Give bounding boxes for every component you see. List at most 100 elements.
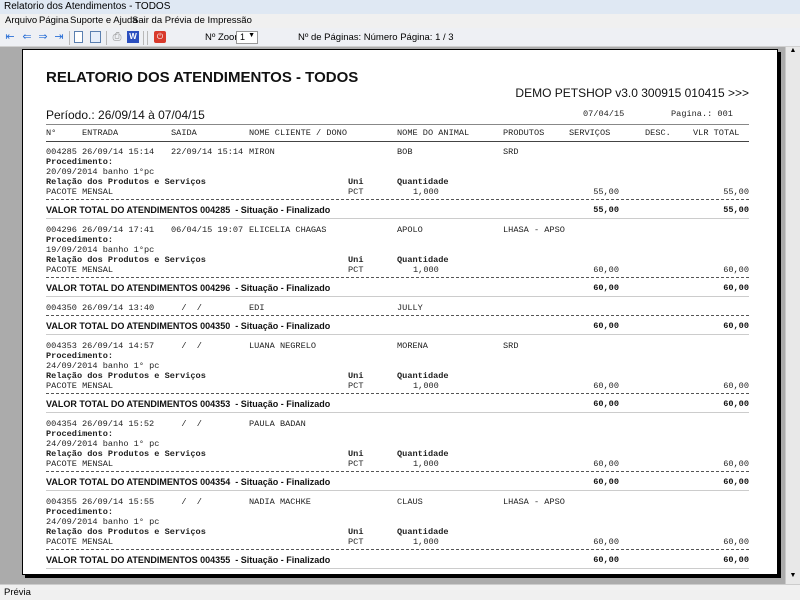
- animal: MORENA: [397, 341, 428, 351]
- col-entrada: ENTRADA: [82, 128, 119, 138]
- item-total: 60,00: [723, 537, 749, 547]
- record[interactable]: 004355 26/09/14 15:55 / / NADIA MACHKE CLAU…: [23, 497, 777, 569]
- vertical-scrollbar[interactable]: ▲ ▼: [785, 47, 800, 584]
- proc-label: Procedimento:: [46, 429, 114, 439]
- menu-arquivo[interactable]: Arquivo: [5, 15, 37, 26]
- first-page-icon[interactable]: ⇤: [4, 31, 16, 43]
- cliente: PAULA BADAN: [249, 419, 306, 429]
- produto: SRD: [503, 341, 519, 351]
- servico: 60,00: [593, 459, 619, 469]
- items-label: Relação dos Produtos e Serviços: [46, 527, 206, 537]
- prev-page-icon[interactable]: ⇐: [21, 31, 33, 43]
- col-desc: DESC.: [645, 128, 671, 138]
- produto: LHASA - APSO: [503, 225, 565, 235]
- qty-label: Quantidade: [397, 449, 449, 459]
- qty-label: Quantidade: [397, 527, 449, 537]
- two-pages-icon[interactable]: [90, 31, 101, 43]
- item-row: PACOTE MENSAL PCT 1,000 60,00 60,00: [23, 537, 777, 547]
- menu-suporte[interactable]: Suporte e Ajuda: [70, 15, 138, 26]
- servico: 60,00: [593, 537, 619, 547]
- record-header: 004353 26/09/14 14:57 / / LUANA NEGRELO MOR…: [23, 341, 777, 351]
- entrada: 26/09/14 14:57: [82, 341, 155, 351]
- record-total: VALOR TOTAL DO ATENDIMENTOS 004285 - Sit…: [23, 204, 777, 216]
- sum-servicos: 55,00: [593, 205, 619, 215]
- total-label: VALOR TOTAL DO ATENDIMENTOS 004353 - Sit…: [46, 399, 331, 409]
- next-page-icon[interactable]: ⇒: [37, 31, 49, 43]
- menu-sair-previa[interactable]: Sair da Prévia de Impressão: [132, 15, 252, 26]
- col-vlr-total: VLR TOTAL: [693, 128, 740, 138]
- uni-label: Uni: [348, 177, 364, 187]
- proc-label: Procedimento:: [46, 351, 114, 361]
- item: PACOTE MENSAL: [46, 537, 114, 547]
- items-label: Relação dos Produtos e Serviços: [46, 255, 206, 265]
- last-page-icon[interactable]: ⇥: [53, 31, 65, 43]
- proc-label: Procedimento:: [46, 235, 114, 245]
- uni: PCT: [348, 381, 364, 391]
- record[interactable]: 004296 26/09/14 17:41 06/04/15 19:07 ELICEL…: [23, 225, 777, 297]
- entrada: 26/09/14 13:40: [82, 303, 155, 313]
- record-id: 004285: [46, 147, 77, 157]
- proc-label: Procedimento:: [46, 157, 114, 167]
- col-cliente: NOME CLIENTE / DONO: [249, 128, 347, 138]
- preview-area: RELATORIO DOS ATENDIMENTOS - TODOS DEMO …: [0, 47, 785, 584]
- entrada: 26/09/14 15:52: [82, 419, 155, 429]
- item: PACOTE MENSAL: [46, 459, 114, 469]
- col-saida: SAIDA: [171, 128, 197, 138]
- record-id: 004296: [46, 225, 77, 235]
- animal: JULLY: [397, 303, 423, 313]
- sum-total: 60,00: [723, 399, 749, 409]
- menu-bar: Arquivo Página Suporte e Ajuda Sair da P…: [0, 14, 800, 27]
- animal: BOB: [397, 147, 413, 157]
- menu-pagina[interactable]: Página: [39, 15, 69, 26]
- sum-total: 60,00: [723, 283, 749, 293]
- uni: PCT: [348, 265, 364, 275]
- record[interactable]: 004353 26/09/14 14:57 / / LUANA NEGRELO MOR…: [23, 341, 777, 413]
- sum-servicos: 60,00: [593, 477, 619, 487]
- zoom-select[interactable]: 1 ▼: [236, 31, 258, 44]
- procedimento: 24/09/2014 banho 1° pc: [46, 517, 160, 527]
- items-label: Relação dos Produtos e Serviços: [46, 449, 206, 459]
- item-total: 55,00: [723, 187, 749, 197]
- saida: 06/04/15 19:07: [171, 225, 244, 235]
- report-date: 07/04/15: [583, 109, 625, 119]
- scroll-down-icon[interactable]: ▼: [786, 572, 800, 584]
- procedimento: 24/09/2014 banho 1° pc: [46, 439, 160, 449]
- print-icon[interactable]: ⎙: [111, 31, 123, 43]
- animal: CLAUS: [397, 497, 423, 507]
- word-export-icon[interactable]: W: [127, 31, 139, 43]
- uni-label: Uni: [348, 371, 364, 381]
- records-list: 004285 26/09/14 15:14 22/09/14 15:14 MIRON B…: [23, 147, 777, 574]
- record-total: VALOR TOTAL DO ATENDIMENTOS 004296 - Sit…: [23, 282, 777, 294]
- col-animal: NOME DO ANIMAL: [397, 128, 470, 138]
- record[interactable]: 004354 26/09/14 15:52 / / PAULA BADAN Proce…: [23, 419, 777, 491]
- uni: PCT: [348, 459, 364, 469]
- record[interactable]: 004285 26/09/14 15:14 22/09/14 15:14 MIRON B…: [23, 147, 777, 219]
- col-n: N°: [46, 128, 57, 138]
- qtd: 1,000: [413, 381, 439, 391]
- sum-total: 60,00: [723, 477, 749, 487]
- saida: / /: [171, 497, 202, 507]
- report-period: Período.: 26/09/14 à 07/04/15: [46, 108, 205, 122]
- item: PACOTE MENSAL: [46, 187, 114, 197]
- qtd: 1,000: [413, 537, 439, 547]
- column-headers: N° ENTRADA SAIDA NOME CLIENTE / DONO NOM…: [23, 128, 777, 138]
- record[interactable]: 004350 26/09/14 13:40 / / EDI JULLY VALOR TO…: [23, 303, 777, 335]
- record-id: 004350: [46, 303, 77, 313]
- sum-total: 55,00: [723, 205, 749, 215]
- item-row: PACOTE MENSAL PCT 1,000 60,00 60,00: [23, 265, 777, 275]
- entrada: 26/09/14 15:14: [82, 147, 155, 157]
- record-header: 004285 26/09/14 15:14 22/09/14 15:14 MIRON B…: [23, 147, 777, 157]
- page-number: Pagina.: 001: [671, 109, 733, 119]
- scroll-up-icon[interactable]: ▲: [786, 47, 800, 59]
- record-total: VALOR TOTAL DO ATENDIMENTOS 004353 - Sit…: [23, 398, 777, 410]
- procedimento: 20/09/2014 banho 1°pc: [46, 167, 155, 177]
- sum-servicos: 60,00: [593, 399, 619, 409]
- single-page-icon[interactable]: [74, 31, 83, 43]
- uni-label: Uni: [348, 527, 364, 537]
- record-id: 004353: [46, 341, 77, 351]
- company-name: DEMO PETSHOP v3.0 300915 010415 >>>: [515, 86, 749, 100]
- window-title: Relatorio dos Atendimentos - TODOS: [0, 0, 800, 14]
- record-total: VALOR TOTAL DO ATENDIMENTOS 004355 - Sit…: [23, 554, 777, 566]
- close-preview-icon[interactable]: ⏻: [154, 31, 166, 43]
- saida: / /: [171, 419, 202, 429]
